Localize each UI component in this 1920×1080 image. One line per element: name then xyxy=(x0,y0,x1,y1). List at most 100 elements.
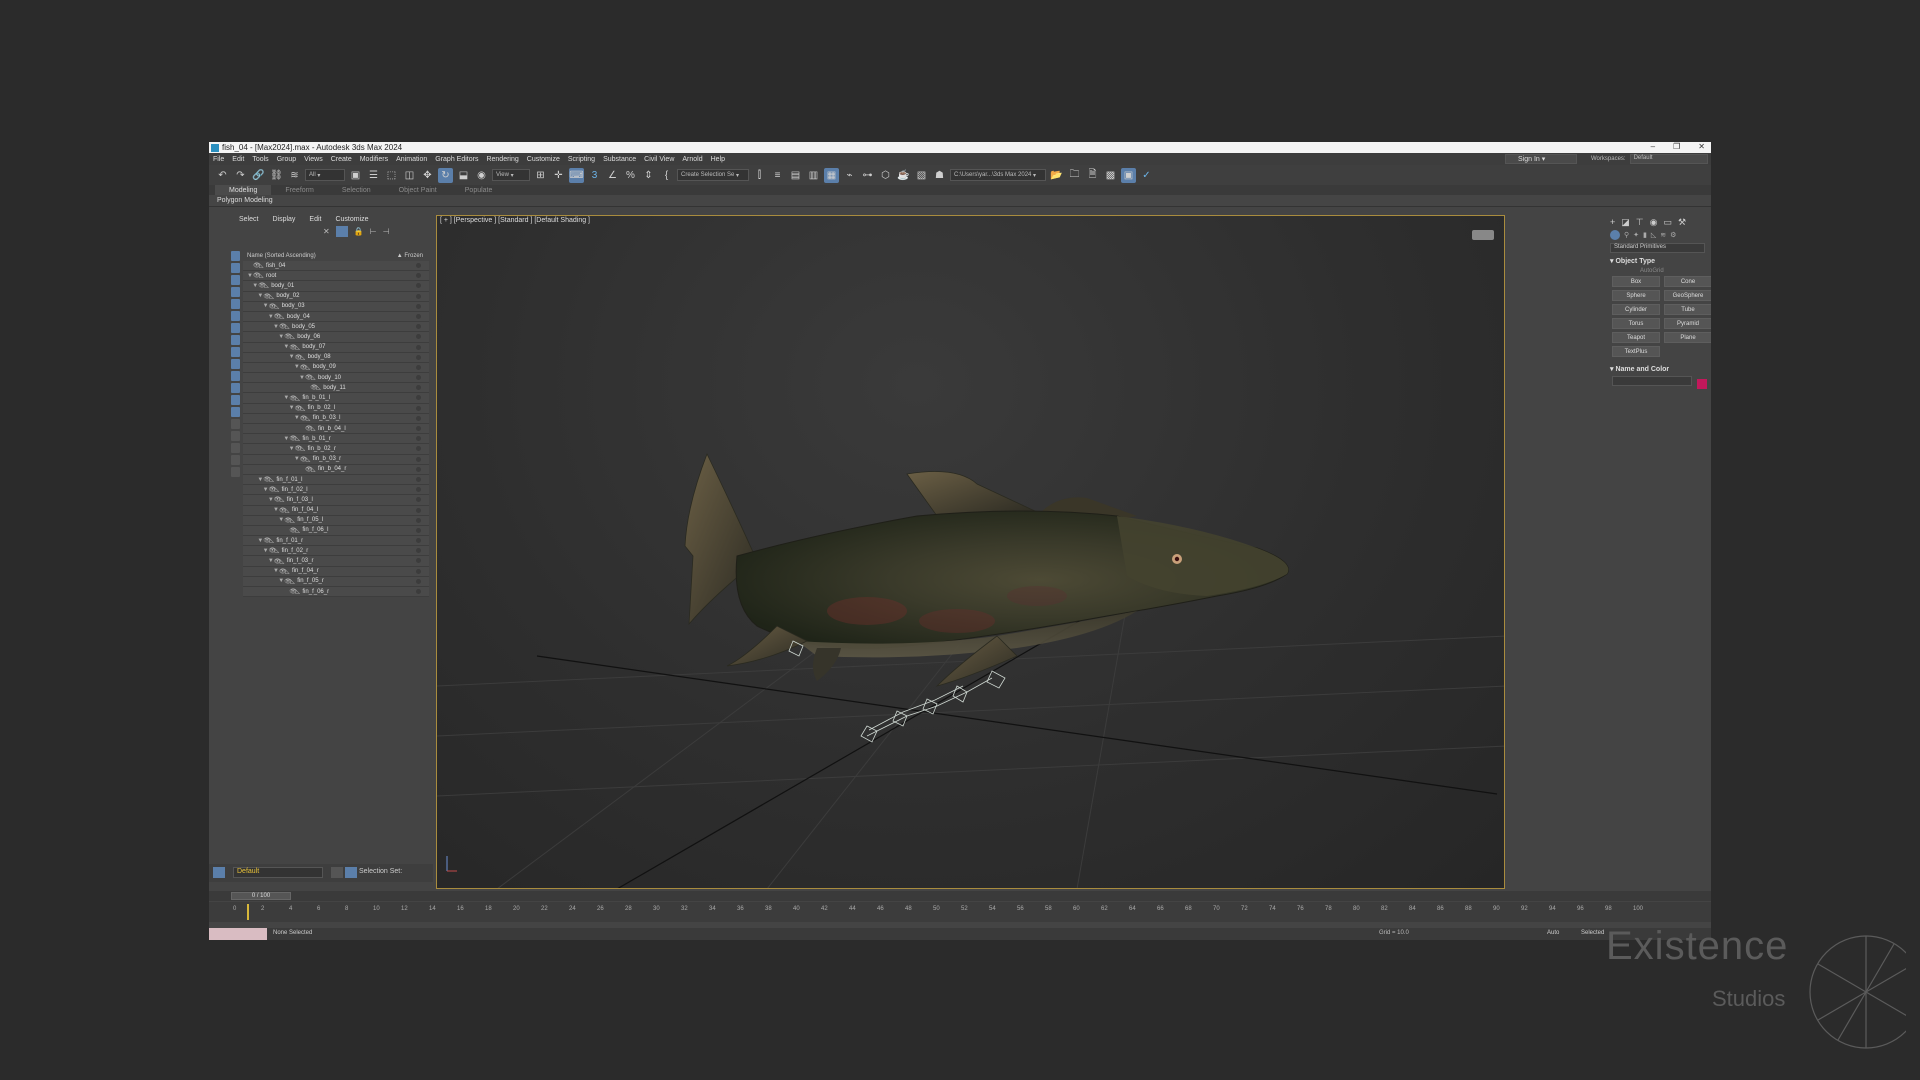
display-tab-icon[interactable]: ▭ xyxy=(1663,217,1672,228)
explorer-menu-select[interactable]: Select xyxy=(239,216,258,223)
freeze-toggle-icon[interactable] xyxy=(416,263,421,268)
freeze-toggle-icon[interactable] xyxy=(416,364,421,370)
explorer-filter-icon[interactable] xyxy=(231,407,240,417)
primitive-cone-button[interactable]: Cone xyxy=(1664,276,1711,287)
explorer-filter-icon[interactable] xyxy=(231,311,240,321)
explorer-filter-icon[interactable] xyxy=(231,455,240,465)
tree-row[interactable]: 👁 ◺ body_11 xyxy=(243,383,429,394)
ribbon-toggle-icon[interactable]: ▦ xyxy=(824,167,839,183)
tree-row[interactable]: ▼ 👁 ◺ fin_f_01_r xyxy=(243,536,429,547)
systems-icon[interactable]: ⚙ xyxy=(1670,231,1676,239)
snaps-toggle-icon[interactable]: 3 xyxy=(587,168,602,183)
explorer-menu-customize[interactable]: Customize xyxy=(335,216,368,223)
keyboard-shortcut-icon[interactable]: ⌨ xyxy=(569,167,584,183)
primitive-box-button[interactable]: Box xyxy=(1612,276,1660,287)
menu-substance[interactable]: Substance xyxy=(599,156,640,163)
freeze-toggle-icon[interactable] xyxy=(416,313,421,319)
tree-row[interactable]: 👁 ◺ fish_04 xyxy=(243,261,429,272)
explorer-filter-icon[interactable] xyxy=(231,359,240,369)
time-slider[interactable]: 0 / 100 xyxy=(209,891,1711,901)
primitive-tube-button[interactable]: Tube xyxy=(1664,304,1711,315)
explorer-menu-display[interactable]: Display xyxy=(272,216,295,223)
unlink-icon[interactable]: ⛓ xyxy=(269,168,284,183)
pivot-center-icon[interactable]: ⊞ xyxy=(533,168,548,183)
angle-snap-icon[interactable]: ∠ xyxy=(605,168,620,183)
explorer-filter-icon[interactable] xyxy=(231,383,240,393)
object-type-rollout-title[interactable]: ▾ Object Type xyxy=(1610,257,1705,265)
menu-edit[interactable]: Edit xyxy=(228,156,248,163)
explorer-filter-icon[interactable] xyxy=(231,251,240,261)
explorer-filter-icon[interactable] xyxy=(231,263,240,273)
select-rotate-icon[interactable]: ↻ xyxy=(438,167,453,183)
menu-customize[interactable]: Customize xyxy=(523,156,564,163)
tree-row[interactable]: ▼ 👁 ◺ fin_b_02_l xyxy=(243,403,429,414)
menu-graph-editors[interactable]: Graph Editors xyxy=(431,156,482,163)
freeze-toggle-icon[interactable] xyxy=(416,538,421,544)
freeze-toggle-icon[interactable] xyxy=(416,497,421,503)
layer-explorer-footer-icon[interactable] xyxy=(331,867,343,878)
primitive-geosphere-button[interactable]: GeoSphere xyxy=(1664,290,1711,301)
place-icon[interactable]: ◉ xyxy=(474,168,489,183)
perspective-viewport[interactable]: [ + ] [Perspective ] [Standard ] [Defaul… xyxy=(436,215,1505,889)
rendered-frame-window-icon[interactable]: ▧ xyxy=(914,168,929,183)
menu-arnold[interactable]: Arnold xyxy=(678,156,706,163)
menu-civil-view[interactable]: Civil View xyxy=(640,156,678,163)
freeze-toggle-icon[interactable] xyxy=(416,415,421,421)
tree-row[interactable]: ▼ 👁 ◺ fin_b_01_r xyxy=(243,434,429,445)
tree-row[interactable]: ▼ 👁 ◺ body_03 xyxy=(243,301,429,312)
freeze-toggle-icon[interactable] xyxy=(416,456,421,462)
ribbon-tab-selection[interactable]: Selection xyxy=(328,185,385,195)
freeze-toggle-icon[interactable] xyxy=(416,426,421,431)
select-by-name-icon[interactable]: ☰ xyxy=(366,168,381,183)
menu-rendering[interactable]: Rendering xyxy=(482,156,522,163)
select-object-icon[interactable]: ▣ xyxy=(348,168,363,183)
motion-tab-icon[interactable]: ◉ xyxy=(1650,217,1658,228)
tree-row[interactable]: ▼ 👁 ◺ fin_f_01_l xyxy=(243,474,429,486)
filter-icon[interactable] xyxy=(335,226,348,237)
tree-row[interactable]: ▼ 👁 ◺ root xyxy=(243,271,429,282)
layers-icon[interactable]: ⊣ xyxy=(383,227,390,236)
tree-row[interactable]: ▼ 👁 ◺ fin_f_03_r xyxy=(243,556,429,567)
freeze-toggle-icon[interactable] xyxy=(416,303,421,309)
explorer-filter-icon[interactable] xyxy=(231,275,240,285)
maximize-button[interactable]: ❐ xyxy=(1673,142,1680,151)
freeze-toggle-icon[interactable] xyxy=(416,395,421,401)
menu-modifiers[interactable]: Modifiers xyxy=(356,156,392,163)
hierarchy-tab-icon[interactable]: ⊤ xyxy=(1636,217,1644,228)
spinner-snap-icon[interactable]: ⇕ xyxy=(641,168,656,183)
auto-key-button[interactable]: Auto xyxy=(1547,930,1559,936)
freeze-toggle-icon[interactable] xyxy=(416,375,421,381)
create-tab-icon[interactable]: + xyxy=(1610,217,1615,227)
explorer-filter-icon[interactable] xyxy=(231,395,240,405)
spacewarps-icon[interactable]: ≋ xyxy=(1660,231,1666,239)
edit-named-sets-icon[interactable]: { xyxy=(659,168,674,183)
freeze-toggle-icon[interactable] xyxy=(416,273,421,279)
explorer-filter-icon[interactable] xyxy=(231,371,240,381)
primitive-pyramid-button[interactable]: Pyramid xyxy=(1664,318,1711,329)
layer-explorer-icon[interactable]: ▥ xyxy=(806,168,821,183)
tree-row[interactable]: ▼ 👁 ◺ body_08 xyxy=(243,352,429,363)
tree-row[interactable]: ▼ 👁 ◺ fin_f_05_l xyxy=(243,515,429,526)
tree-row[interactable]: ▼ 👁 ◺ fin_f_04_l xyxy=(243,505,429,516)
freeze-toggle-icon[interactable] xyxy=(416,446,421,452)
key-filter-dropdown[interactable]: Selected xyxy=(1581,930,1604,936)
freeze-toggle-icon[interactable] xyxy=(416,334,421,340)
minimize-button[interactable]: – xyxy=(1651,142,1655,151)
explorer-filter-icon[interactable] xyxy=(231,419,240,429)
freeze-toggle-icon[interactable] xyxy=(416,507,421,513)
window-crossing-icon[interactable]: ◫ xyxy=(402,168,417,183)
tree-row[interactable]: ▼ 👁 ◺ body_04 xyxy=(243,311,429,323)
project-folder-icon[interactable]: 🗀 xyxy=(1067,168,1082,183)
render-production-icon[interactable]: ☗ xyxy=(932,168,947,183)
ribbon-tab-freeform[interactable]: Freeform xyxy=(271,185,327,195)
tree-row[interactable]: ▼ 👁 ◺ fin_b_03_r xyxy=(243,454,429,465)
freeze-toggle-icon[interactable] xyxy=(416,344,421,350)
tree-row[interactable]: 👁 ◺ fin_f_06_l xyxy=(243,525,429,537)
menu-help[interactable]: Help xyxy=(707,156,729,163)
asset-tracking-icon[interactable]: ▩ xyxy=(1103,168,1118,183)
selection-filter-dropdown[interactable]: All ▾ xyxy=(305,169,345,181)
freeze-toggle-icon[interactable] xyxy=(416,589,421,594)
utilities-tab-icon[interactable]: ⚒ xyxy=(1678,217,1686,228)
primitive-textplus-button[interactable]: TextPlus xyxy=(1612,346,1660,357)
tree-row[interactable]: ▼ 👁 ◺ body_10 xyxy=(243,373,429,384)
